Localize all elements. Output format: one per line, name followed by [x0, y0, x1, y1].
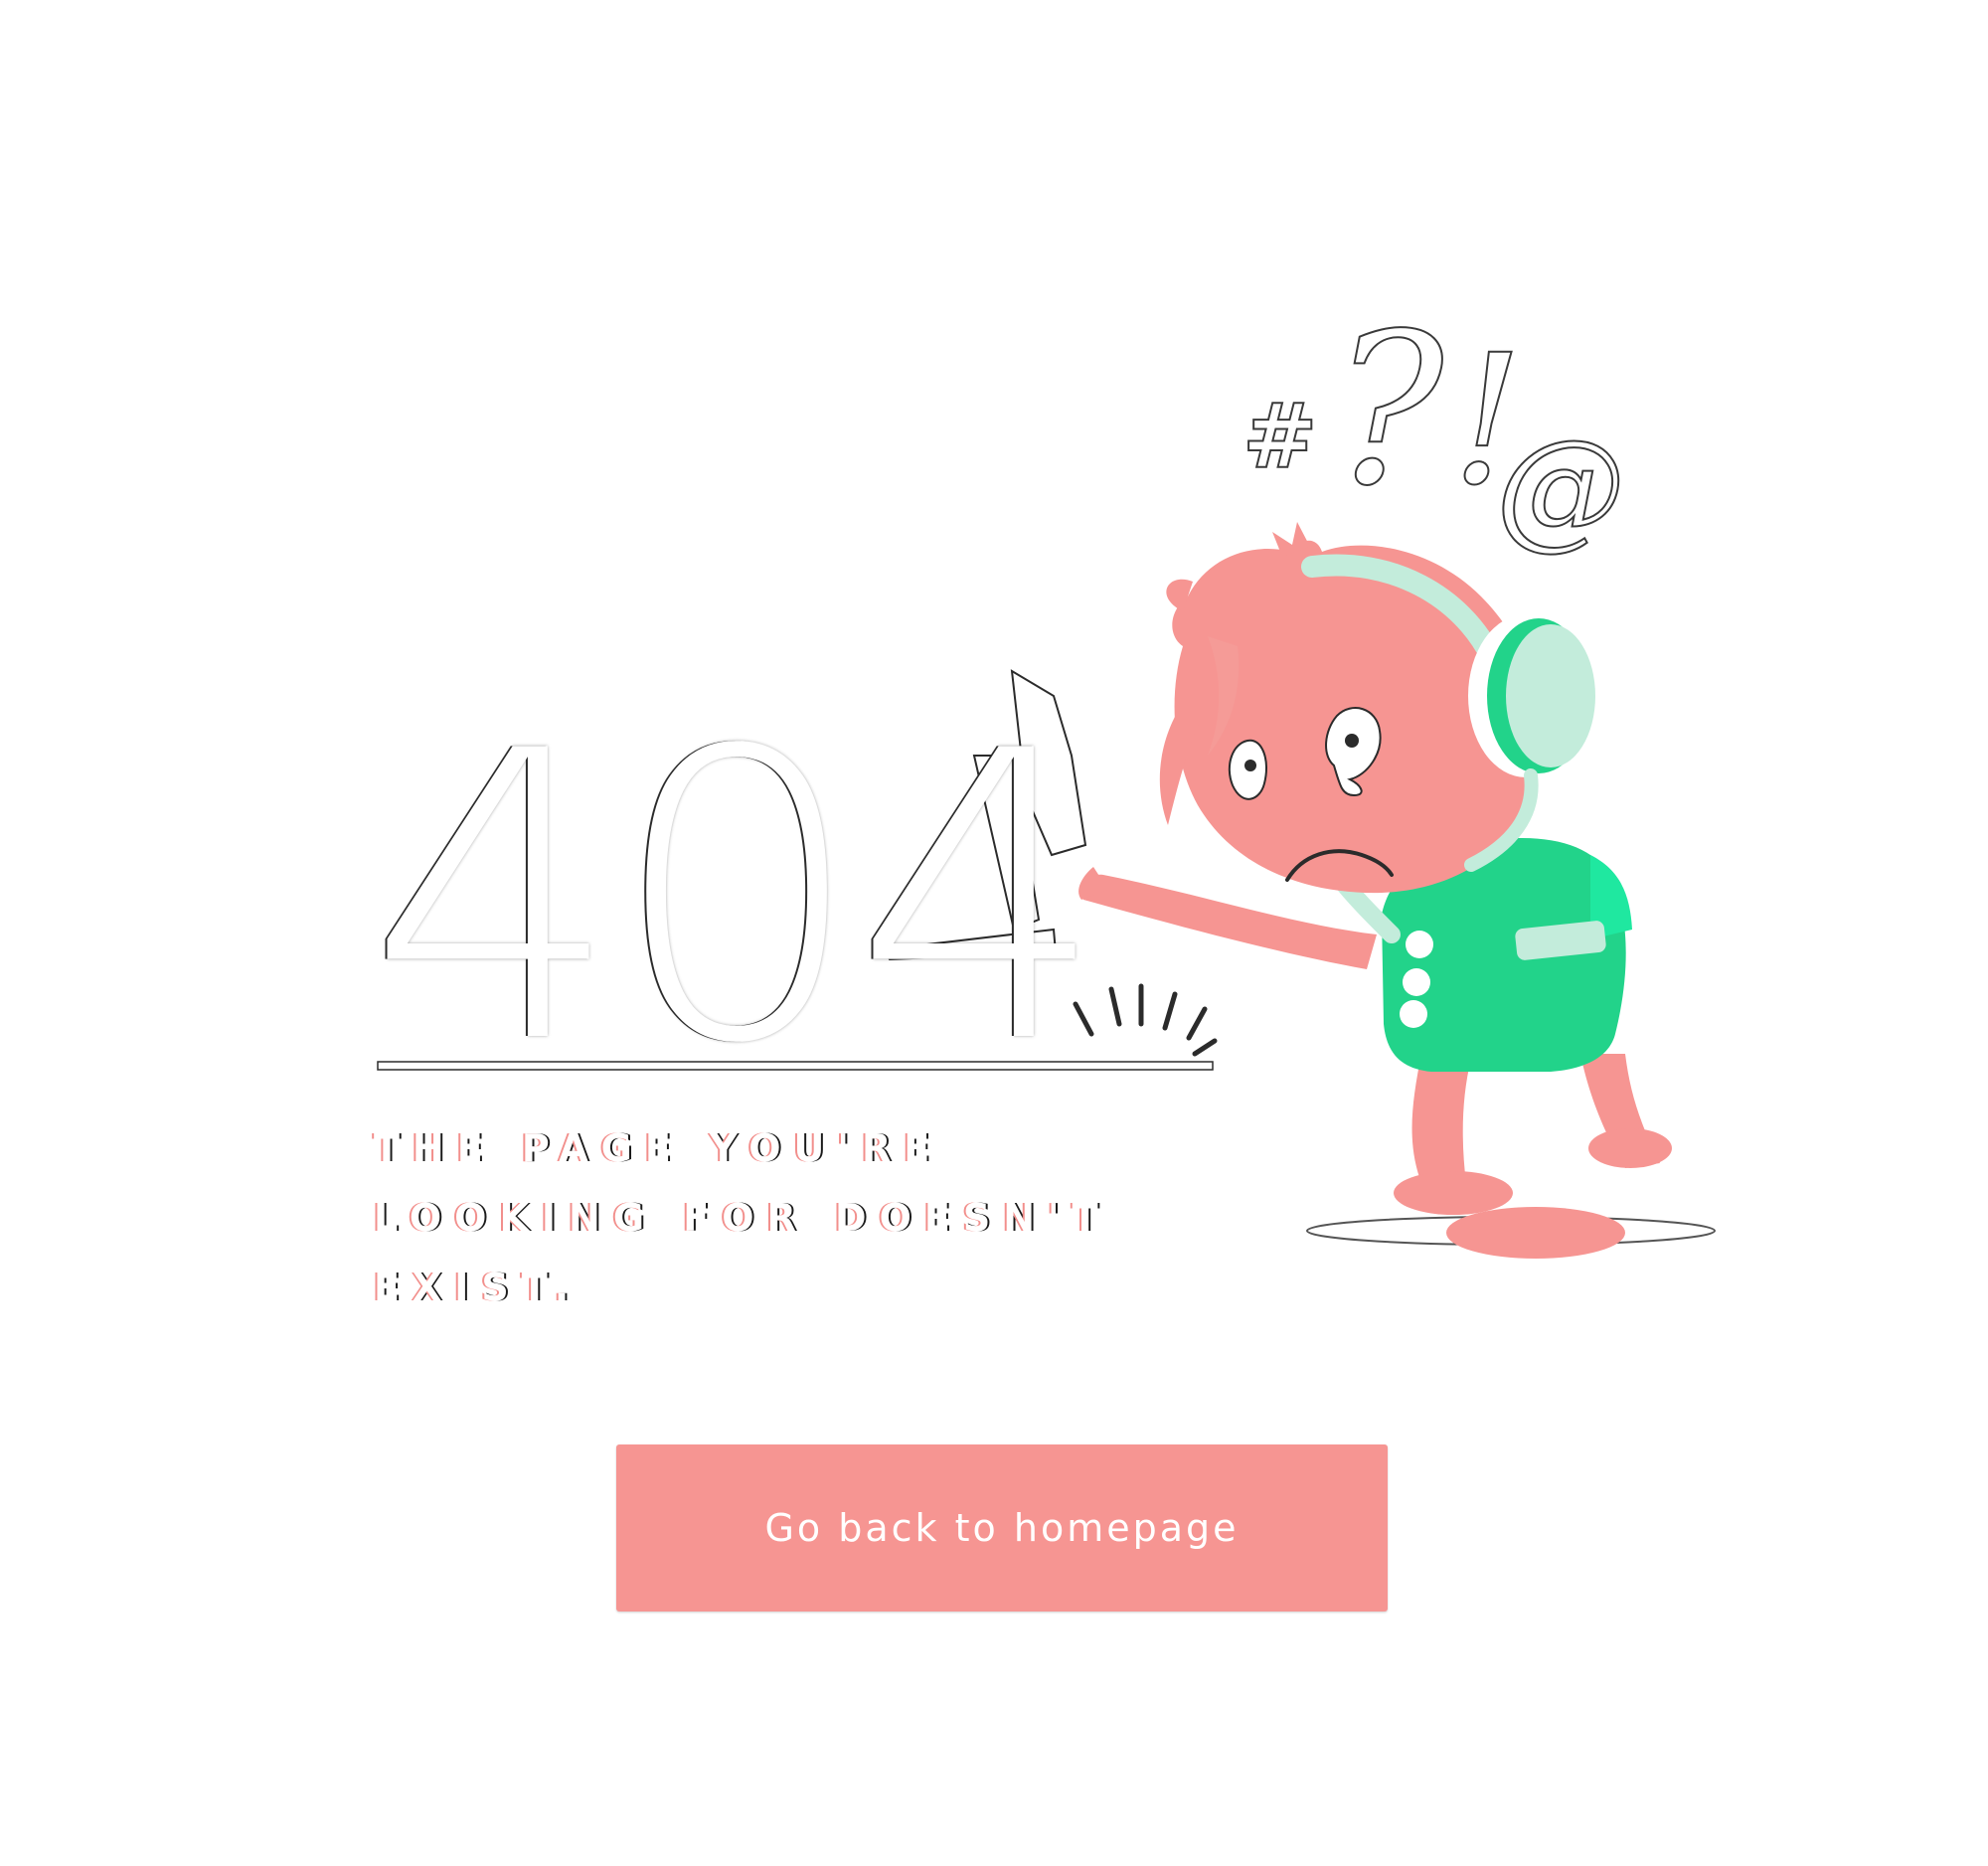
go-back-home-button[interactable]: Go back to homepage	[616, 1444, 1388, 1612]
go-back-home-label: Go back to homepage	[764, 1506, 1240, 1550]
error-message: THE PAGE YOU'RE LOOKING FOR DOESN'T EXIS…	[374, 1126, 1111, 1309]
page: # ? ! @ 404 THE PAGE YOU'RE LOOKING FOR …	[0, 0, 1988, 1866]
at-symbol: @	[1496, 412, 1625, 563]
question-symbol: ?	[1332, 288, 1445, 532]
hash-symbol: #	[1242, 384, 1317, 489]
error-code: 404	[368, 668, 1106, 1130]
frustration-symbols: # ? ! @	[1242, 287, 1626, 564]
